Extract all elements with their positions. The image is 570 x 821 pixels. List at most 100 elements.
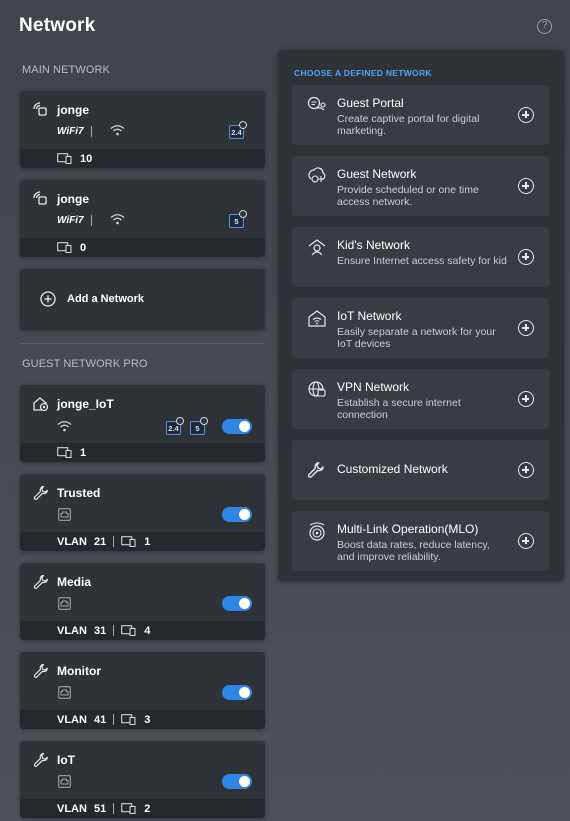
client-count: 3: [144, 713, 151, 726]
guest-network-card[interactable]: Media VLAN 31 4: [20, 563, 265, 640]
option-title: Customized Network: [337, 462, 448, 476]
vlan-label: VLAN: [57, 535, 87, 548]
section-divider: [20, 343, 265, 344]
help-icon[interactable]: ?: [537, 19, 552, 34]
client-count: 2: [144, 802, 151, 815]
add-network-label: Add a Network: [67, 293, 145, 305]
option-desc: Easily separate a network for your IoT d…: [337, 326, 496, 350]
option-title: VPN Network: [337, 380, 410, 394]
vlan-footer: VLAN 21 1: [20, 532, 265, 551]
divider: [113, 803, 115, 814]
network-name: Trusted: [57, 486, 101, 500]
vlan-id: 51: [93, 802, 107, 815]
add-network-button[interactable]: Add a Network: [20, 269, 265, 330]
add-icon[interactable]: [518, 107, 534, 123]
defined-network-panel: CHOOSE A DEFINED NETWORK Guest Portal Cr…: [278, 50, 564, 581]
network-toggle[interactable]: [222, 507, 252, 522]
option-customized-network[interactable]: Customized Network: [292, 440, 549, 500]
guest-network-card[interactable]: IoT VLAN 51 2: [20, 741, 265, 818]
network-settings-icon: [33, 102, 47, 116]
add-icon[interactable]: [518, 320, 534, 336]
section-guest-network-pro: GUEST NETWORK PRO: [22, 358, 148, 370]
ethernet-icon: [58, 686, 71, 699]
add-icon[interactable]: [518, 533, 534, 549]
divider: [113, 625, 115, 636]
vlan-id: 21: [93, 535, 107, 548]
wifi7-badge: WiFi7: [57, 215, 99, 226]
option-vpn-network[interactable]: VPN Network Establish a secure internet …: [292, 369, 549, 429]
vlan-label: VLAN: [57, 713, 87, 726]
client-count: 10: [80, 152, 93, 165]
panel-title: CHOOSE A DEFINED NETWORK: [294, 68, 432, 78]
vlan-label: VLAN: [57, 624, 87, 637]
divider: [113, 536, 115, 547]
devices-icon: [121, 625, 136, 636]
wifi-icon: [110, 125, 125, 136]
network-toggle[interactable]: [222, 419, 252, 434]
network-name: jonge: [57, 192, 89, 206]
network-name: Media: [57, 575, 92, 589]
network-name: jonge_IoT: [57, 397, 114, 411]
guest-network-card[interactable]: Monitor VLAN 41 3: [20, 652, 265, 729]
devices-icon: [57, 447, 72, 458]
option-guest-portal[interactable]: Guest Portal Create captive portal for d…: [292, 85, 549, 145]
iot-network-icon: [308, 310, 326, 327]
option-title: Kid's Network: [337, 238, 410, 252]
client-footer: 0: [20, 238, 265, 257]
guest-network-card[interactable]: jonge_IoT 2.4 5 1: [20, 385, 265, 462]
network-toggle[interactable]: [222, 685, 252, 700]
devices-icon: [121, 714, 136, 725]
option-desc: Establish a secure internet connection: [337, 397, 461, 421]
guest-network-icon: [308, 167, 326, 183]
add-icon[interactable]: [518, 178, 534, 194]
network-name: IoT: [57, 753, 75, 767]
add-icon[interactable]: [518, 249, 534, 265]
vlan-id: 41: [93, 713, 107, 726]
devices-icon: [57, 153, 72, 164]
divider: [90, 215, 92, 226]
add-icon[interactable]: [518, 462, 534, 478]
option-desc: Boost data rates, reduce latency, and im…: [337, 539, 490, 563]
vlan-footer: VLAN 41 3: [20, 710, 265, 729]
client-count: 4: [144, 624, 151, 637]
wrench-icon: [307, 462, 324, 478]
client-footer: 10: [20, 149, 265, 168]
client-count: 0: [80, 241, 87, 254]
vlan-id: 31: [93, 624, 107, 637]
wrench-icon: [33, 485, 48, 500]
option-desc: Provide scheduled or one time access net…: [337, 184, 479, 208]
network-name: Monitor: [57, 664, 101, 678]
add-icon: [40, 291, 56, 307]
network-toggle[interactable]: [222, 596, 252, 611]
guest-network-card[interactable]: Trusted VLAN 21 1: [20, 474, 265, 551]
wifi7-badge: WiFi7: [57, 126, 99, 137]
add-icon[interactable]: [518, 391, 534, 407]
band-badge: 2.4: [229, 121, 247, 139]
wifi-icon: [110, 214, 125, 225]
network-settings-icon: [33, 191, 47, 205]
vlan-footer: VLAN 51 2: [20, 799, 265, 818]
client-footer: 1: [20, 443, 265, 462]
option-title: Guest Portal: [337, 96, 404, 110]
option-mlo[interactable]: Multi-Link Operation(MLO) Boost data rat…: [292, 511, 549, 571]
option-title: Multi-Link Operation(MLO): [337, 522, 479, 536]
main-network-card[interactable]: jonge WiFi7 2.4 10: [20, 91, 265, 168]
option-title: IoT Network: [337, 309, 402, 323]
main-network-card[interactable]: jonge WiFi7 5 0: [20, 180, 265, 257]
wifi-icon: [57, 421, 72, 432]
option-iot-network[interactable]: IoT Network Easily separate a network fo…: [292, 298, 549, 358]
option-desc: Ensure Internet access safety for kid: [337, 255, 507, 267]
option-guest-network[interactable]: Guest Network Provide scheduled or one t…: [292, 156, 549, 216]
client-count: 1: [144, 535, 151, 548]
wrench-icon: [33, 574, 48, 589]
option-kids-network[interactable]: Kid's Network Ensure Internet access saf…: [292, 227, 549, 287]
wrench-icon: [33, 752, 48, 767]
ethernet-icon: [58, 508, 71, 521]
network-toggle[interactable]: [222, 774, 252, 789]
network-name: jonge: [57, 103, 89, 117]
wrench-icon: [33, 663, 48, 678]
divider: [113, 714, 115, 725]
iot-gear-icon: [33, 397, 49, 412]
band-badge: 5: [229, 210, 247, 228]
vlan-label: VLAN: [57, 802, 87, 815]
